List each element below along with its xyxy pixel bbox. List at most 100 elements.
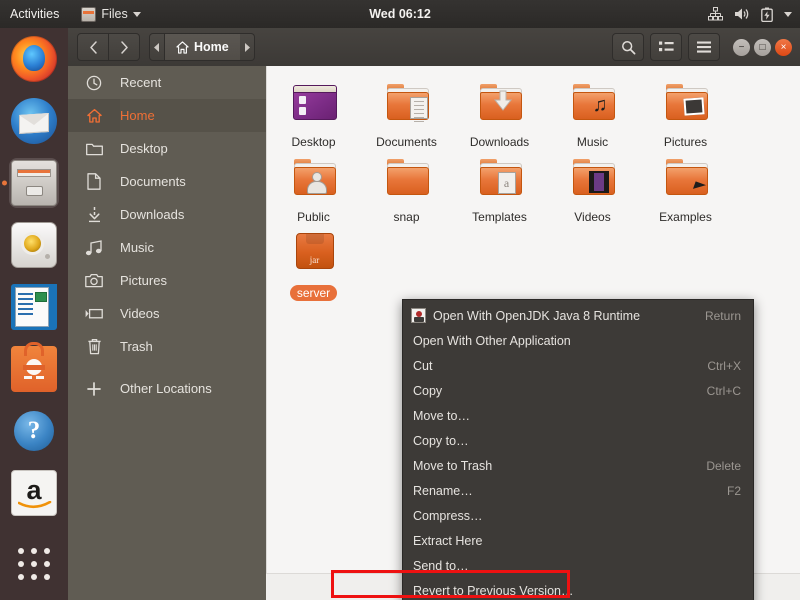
- file-item-templates[interactable]: a Templates: [453, 149, 546, 224]
- dock-item-libreoffice-writer[interactable]: [0, 276, 68, 338]
- sidebar-item-other-locations[interactable]: Other Locations: [68, 372, 266, 405]
- videos-folder-icon: [567, 157, 619, 203]
- sidebar-separator: [68, 363, 266, 372]
- menu-item-accelerator: Ctrl+X: [707, 358, 741, 373]
- view-toggle-button[interactable]: [650, 33, 682, 61]
- file-item-pictures[interactable]: Pictures: [639, 74, 732, 149]
- menu-item-label: Move to…: [413, 408, 470, 423]
- close-button[interactable]: ×: [775, 38, 792, 56]
- app-menu-button[interactable]: Files: [81, 6, 141, 22]
- menu-item-accelerator: Return: [704, 308, 741, 323]
- main-menu-button[interactable]: [688, 33, 720, 61]
- breadcrumb-item-home[interactable]: Home: [165, 33, 240, 61]
- rhythmbox-icon: [11, 222, 57, 268]
- app-menu-label: Files: [101, 7, 128, 21]
- file-item-examples[interactable]: Examples: [639, 149, 732, 224]
- menu-item-label: Extract Here: [413, 533, 483, 548]
- menu-item-copy-to[interactable]: Copy to…: [403, 428, 753, 453]
- maximize-button[interactable]: □: [754, 38, 771, 56]
- file-item-videos[interactable]: Videos: [546, 149, 639, 224]
- dock-item-firefox[interactable]: [0, 28, 68, 90]
- home-icon: [176, 40, 189, 54]
- dock-item-thunderbird[interactable]: [0, 90, 68, 152]
- amazon-swoosh-icon: [18, 501, 52, 509]
- file-item-documents[interactable]: Documents: [360, 74, 453, 149]
- caret-left-icon: [154, 42, 159, 52]
- menu-item-label: Rename…: [413, 483, 473, 498]
- templates-folder-icon: a: [474, 157, 526, 203]
- menu-item-label: Move to Trash: [413, 458, 493, 473]
- sidebar-item-label: Desktop: [120, 141, 168, 156]
- sidebar-item-label: Documents: [120, 174, 186, 189]
- search-button[interactable]: [612, 33, 644, 61]
- file-item-downloads[interactable]: Downloads: [453, 74, 546, 149]
- menu-item-revert-to-previous-version[interactable]: Revert to Previous Version…: [403, 578, 753, 600]
- sidebar-item-pictures[interactable]: Pictures: [68, 264, 266, 297]
- activities-button[interactable]: Activities: [10, 7, 59, 21]
- breadcrumb-label: Home: [194, 40, 229, 54]
- navigation-buttons: [77, 33, 140, 61]
- menu-item-open-with-other-application[interactable]: Open With Other Application: [403, 328, 753, 353]
- sidebar-item-documents[interactable]: Documents: [68, 165, 266, 198]
- context-menu[interactable]: Open With OpenJDK Java 8 Runtime Return …: [402, 299, 754, 600]
- music-folder-icon: ♫: [567, 82, 619, 128]
- path-scroll-left-button[interactable]: [149, 33, 165, 61]
- system-tray[interactable]: [708, 7, 792, 22]
- volume-icon: [735, 8, 749, 20]
- menu-item-compress[interactable]: Compress…: [403, 503, 753, 528]
- file-item-music[interactable]: ♫ Music: [546, 74, 639, 149]
- jar-badge-label: jar: [309, 255, 320, 265]
- sidebar-item-recent[interactable]: Recent: [68, 66, 266, 99]
- file-name: Pictures: [663, 135, 708, 149]
- minimize-button[interactable]: −: [733, 38, 750, 56]
- dock-item-rhythmbox[interactable]: [0, 214, 68, 276]
- file-item-server-jar[interactable]: jar server: [267, 224, 360, 301]
- menu-item-copy[interactable]: Copy Ctrl+C: [403, 378, 753, 403]
- sidebar-item-label: Videos: [120, 306, 160, 321]
- menu-item-accelerator: F2: [726, 483, 741, 498]
- system-menu-caret-icon[interactable]: [784, 11, 792, 17]
- sidebar-item-label: Downloads: [120, 207, 185, 222]
- sidebar-item-downloads[interactable]: Downloads: [68, 198, 266, 231]
- file-item-snap[interactable]: snap: [360, 149, 453, 224]
- trash-icon: [68, 338, 120, 355]
- dock-item-help[interactable]: ?: [0, 400, 68, 462]
- file-name: Templates: [472, 210, 527, 224]
- files-icon: [11, 160, 57, 206]
- sidebar-item-trash[interactable]: Trash: [68, 330, 266, 363]
- java-duke-icon: [403, 308, 433, 323]
- path-scroll-right-button[interactable]: [239, 33, 255, 61]
- menu-item-send-to[interactable]: Send to…: [403, 553, 753, 578]
- document-icon: [68, 173, 120, 190]
- file-grid: Desktop Documents Downloads ♫ Music Pict…: [267, 74, 800, 301]
- firefox-icon: [11, 36, 57, 82]
- chevron-down-icon: [132, 11, 141, 17]
- sidebar-item-videos[interactable]: Videos: [68, 297, 266, 330]
- thunderbird-icon: [11, 98, 57, 144]
- sidebar-item-label: Other Locations: [120, 381, 212, 396]
- dock-item-amazon[interactable]: a: [0, 462, 68, 524]
- menu-item-move-to-trash[interactable]: Move to Trash Delete: [403, 453, 753, 478]
- menu-item-rename[interactable]: Rename… F2: [403, 478, 753, 503]
- back-button[interactable]: [77, 33, 109, 61]
- clock-icon: [68, 75, 120, 91]
- file-item-public[interactable]: Public: [267, 149, 360, 224]
- dock-item-files[interactable]: [0, 152, 68, 214]
- file-item-desktop[interactable]: Desktop: [267, 74, 360, 149]
- plain-folder-icon: [381, 157, 433, 203]
- files-window: Home − □ × Recent Home Desktop Documents…: [68, 28, 800, 600]
- menu-item-label: Compress…: [413, 508, 483, 523]
- dock-item-ubuntu-software[interactable]: [0, 338, 68, 400]
- sidebar-item-home[interactable]: Home: [68, 99, 266, 132]
- sidebar-item-music[interactable]: Music: [68, 231, 266, 264]
- file-name: Documents: [376, 135, 437, 149]
- menu-item-open-with-openjdk[interactable]: Open With OpenJDK Java 8 Runtime Return: [403, 303, 753, 328]
- caret-right-icon: [244, 42, 250, 52]
- show-applications-button[interactable]: [0, 536, 68, 592]
- menu-item-cut[interactable]: Cut Ctrl+X: [403, 353, 753, 378]
- menu-item-move-to[interactable]: Move to…: [403, 403, 753, 428]
- gnome-top-bar: Activities Files Wed 06:12: [0, 0, 800, 28]
- sidebar-item-desktop[interactable]: Desktop: [68, 132, 266, 165]
- forward-button[interactable]: [109, 33, 140, 61]
- menu-item-extract-here[interactable]: Extract Here: [403, 528, 753, 553]
